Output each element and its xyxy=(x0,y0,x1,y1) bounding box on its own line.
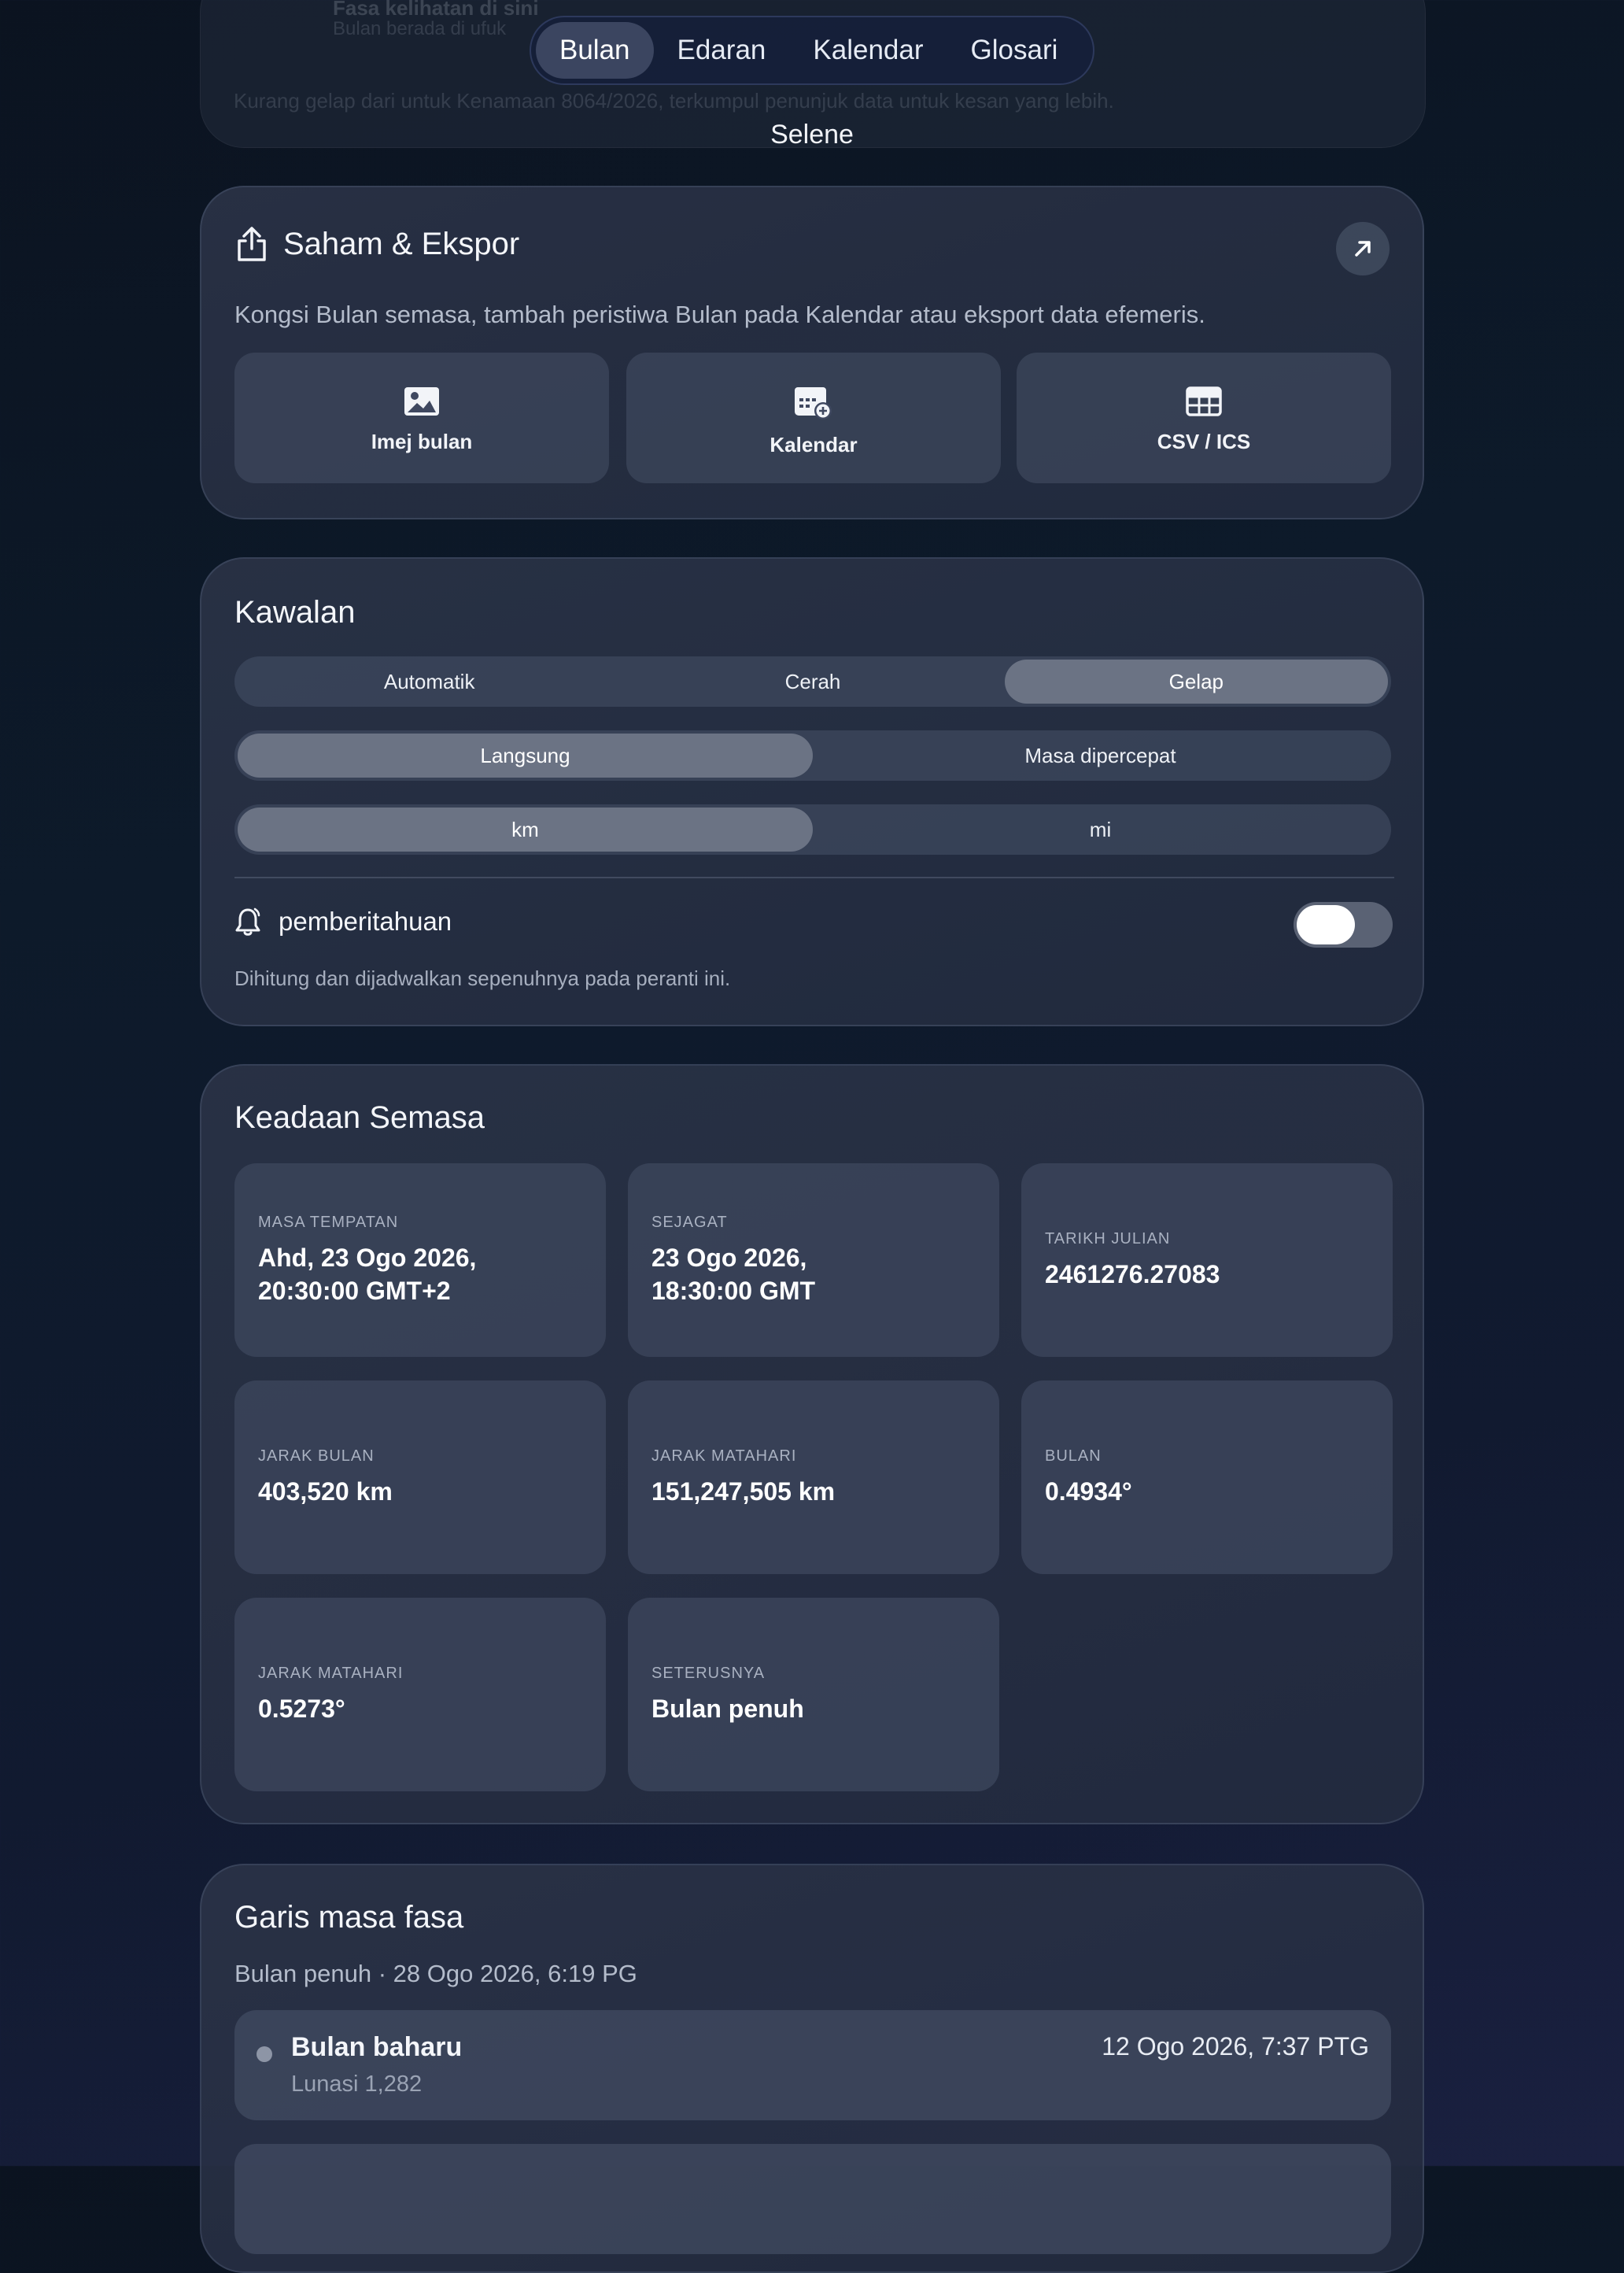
share-calendar-label: Kalendar xyxy=(770,433,858,456)
units-option-mi[interactable]: mi xyxy=(813,808,1388,852)
state-tile-local-time: MASA TEMPATAN Ahd, 23 Ogo 2026, 20:30:00… xyxy=(234,1163,606,1357)
ghost-subtitle: Bulan berada di ufuk xyxy=(333,18,507,39)
notifications-label: pemberitahuan xyxy=(279,907,452,936)
state-title: Keadaan Semasa xyxy=(234,1100,485,1135)
timeline-phase-name: Bulan baharu xyxy=(291,2032,463,2062)
state-tile-universal-time: SEJAGAT 23 Ogo 2026, 18:30:00 GMT xyxy=(628,1163,999,1357)
units-segmented-control: km mi xyxy=(234,804,1391,855)
timeline-item[interactable] xyxy=(234,2144,1391,2254)
app-title: Selene xyxy=(770,120,854,150)
state-key: TARIKH JULIAN xyxy=(1045,1229,1171,1247)
share-image-label: Imej bulan xyxy=(371,430,473,453)
timeline-lunation: Lunasi 1,282 xyxy=(291,2072,423,2097)
controls-card: Kawalan Automatik Cerah Gelap Langsung M… xyxy=(200,557,1424,1026)
state-value: Ahd, 23 Ogo 2026, 20:30:00 GMT+2 xyxy=(258,1243,477,1305)
calendar-add-icon xyxy=(795,387,832,419)
state-value: 403,520 km xyxy=(258,1477,393,1506)
notifications-toggle[interactable] xyxy=(1294,902,1393,948)
theme-option-gelap[interactable]: Gelap xyxy=(1004,660,1388,704)
phase-dot-icon xyxy=(257,2046,272,2062)
state-tile-next-phase: SETERUSNYA Bulan penuh xyxy=(628,1598,999,1791)
share-export-card: Saham & Ekspor Kongsi Bulan semasa, tamb… xyxy=(200,186,1424,519)
timeline-item[interactable]: Bulan baharu Lunasi 1,282 12 Ogo 2026, 7… xyxy=(234,2010,1391,2120)
share-csv-label: CSV / ICS xyxy=(1157,430,1251,453)
image-icon xyxy=(404,387,439,416)
toggle-knob xyxy=(1297,905,1355,944)
tab-kalendar[interactable]: Kalendar xyxy=(789,22,947,79)
share-description: Kongsi Bulan semasa, tambah peristiwa Bu… xyxy=(234,301,1205,328)
phase-timeline-card: Garis masa fasa Bulan penuh · 28 Ogo 202… xyxy=(200,1864,1424,2273)
state-tile-moon-angle: BULAN 0.4934° xyxy=(1021,1380,1393,1574)
tab-bulan[interactable]: Bulan xyxy=(536,22,654,79)
state-tile-moon-distance: JARAK BULAN 403,520 km xyxy=(234,1380,606,1574)
timeline-title: Garis masa fasa xyxy=(234,1900,464,1935)
timeline-subtitle: Bulan penuh · 28 Ogo 2026, 6:19 PG xyxy=(234,1960,637,1987)
theme-segmented-control: Automatik Cerah Gelap xyxy=(234,656,1391,707)
state-key: SEJAGAT xyxy=(651,1213,728,1231)
open-share-button[interactable] xyxy=(1336,222,1390,275)
time-option-dipercepat[interactable]: Masa dipercepat xyxy=(813,734,1388,778)
share-title: Saham & Ekspor xyxy=(283,227,520,261)
theme-option-cerah[interactable]: Cerah xyxy=(621,660,1004,704)
theme-option-automatik[interactable]: Automatik xyxy=(238,660,621,704)
time-option-langsung[interactable]: Langsung xyxy=(238,734,813,778)
table-icon xyxy=(1186,386,1222,416)
state-key: MASA TEMPATAN xyxy=(258,1213,399,1231)
ghost-text: Kurang gelap dari untuk Kenamaan 8064/20… xyxy=(234,89,1114,113)
share-calendar-button[interactable]: Kalendar xyxy=(626,353,1001,483)
controls-note: Dihitung dan dijadwalkan sepenuhnya pada… xyxy=(234,966,731,990)
units-option-km[interactable]: km xyxy=(238,808,813,852)
controls-title: Kawalan xyxy=(234,595,356,630)
state-value: 0.5273° xyxy=(258,1694,345,1723)
controls-divider xyxy=(234,877,1394,878)
share-icon xyxy=(238,227,266,261)
share-image-button[interactable]: Imej bulan xyxy=(234,353,609,483)
state-value: Bulan penuh xyxy=(651,1694,804,1723)
share-csv-button[interactable]: CSV / ICS xyxy=(1017,353,1391,483)
current-state-card: Keadaan Semasa MASA TEMPATAN Ahd, 23 Ogo… xyxy=(200,1064,1424,1824)
tab-edaran[interactable]: Edaran xyxy=(654,22,790,79)
state-tile-sun-angle: JARAK MATAHARI 0.5273° xyxy=(234,1598,606,1791)
tab-glosari[interactable]: Glosari xyxy=(947,22,1082,79)
state-value: 0.4934° xyxy=(1045,1477,1132,1506)
bell-icon xyxy=(235,907,260,936)
arrow-up-right-icon xyxy=(1355,241,1371,257)
state-tile-sun-distance: JARAK MATAHARI 151,247,505 km xyxy=(628,1380,999,1574)
state-value: 23 Ogo 2026, 18:30:00 GMT xyxy=(651,1243,816,1305)
state-value: 151,247,505 km xyxy=(651,1477,836,1506)
state-tile-julian-date: TARIKH JULIAN 2461276.27083 xyxy=(1021,1163,1393,1357)
state-key: SETERUSNYA xyxy=(651,1664,766,1682)
state-value: 2461276.27083 xyxy=(1045,1259,1220,1288)
state-key: BULAN xyxy=(1045,1447,1102,1465)
timeline-date: 12 Ogo 2026, 7:37 PTG xyxy=(1102,2032,1369,2060)
time-mode-segmented-control: Langsung Masa dipercepat xyxy=(234,730,1391,781)
state-key: JARAK BULAN xyxy=(258,1447,375,1465)
top-tab-bar: Bulan Edaran Kalendar Glosari xyxy=(530,16,1094,85)
state-key: JARAK MATAHARI xyxy=(651,1447,797,1465)
state-key: JARAK MATAHARI xyxy=(258,1664,404,1682)
